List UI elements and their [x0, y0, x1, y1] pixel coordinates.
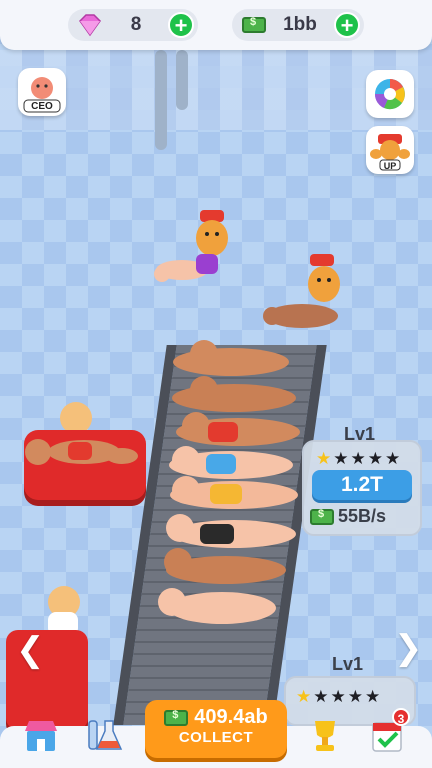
star-icon: ★: [365, 687, 381, 706]
shop-icon: [25, 721, 57, 751]
arrow-right-icon[interactable]: ❯: [394, 628, 423, 668]
star-icon: ★: [296, 687, 312, 706]
collect-button[interactable]: 409.4ab COLLECT: [145, 700, 287, 758]
worker-character: [154, 210, 228, 282]
conveyor-clients: [158, 340, 300, 624]
gem-counter: 8 +: [68, 9, 198, 41]
pool-rail: [155, 50, 167, 150]
star-icon: ★: [347, 687, 363, 706]
upgrade-label: UP: [383, 161, 397, 171]
ceo-label: CEO: [31, 101, 53, 112]
cash-icon: [164, 709, 189, 726]
gem-icon: [79, 14, 101, 37]
add-cash-button[interactable]: +: [334, 12, 360, 38]
client-on-table: [25, 439, 138, 465]
upgrade-button[interactable]: UP: [366, 126, 414, 174]
lab-button[interactable]: [82, 714, 124, 756]
gem-count: 8: [130, 14, 142, 35]
add-gems-button[interactable]: +: [168, 12, 194, 38]
star-icon: ★: [367, 449, 383, 468]
lab-icon: [88, 720, 123, 750]
station-level: Lv1: [332, 654, 364, 674]
star-icon: ★: [313, 687, 329, 706]
station-income: 55B/s: [310, 506, 386, 527]
star-icon: ★: [350, 449, 366, 468]
star-icon: ★: [316, 449, 332, 468]
star-icon: ★: [333, 449, 349, 468]
tasks-badge: 3: [392, 708, 410, 726]
trophy-icon: [315, 721, 335, 751]
arrow-left-icon[interactable]: ❮: [16, 630, 45, 670]
tasks-button[interactable]: 3: [366, 708, 410, 756]
star-icon: ★: [385, 449, 401, 468]
collect-amount: 409.4ab: [194, 706, 268, 728]
station-upgrade-price-button[interactable]: 1.2T: [312, 470, 412, 500]
customize-button[interactable]: [366, 70, 414, 118]
station-stars: ★ ★ ★ ★ ★: [316, 450, 400, 467]
shop-button[interactable]: [20, 714, 62, 756]
cash-icon: [242, 16, 266, 33]
station-stars: ★ ★ ★ ★ ★: [296, 688, 380, 705]
collect-label: COLLECT: [178, 729, 254, 746]
cash-count: 1bb: [283, 14, 317, 35]
station-level: Lv1: [344, 424, 376, 444]
cash-icon: [310, 508, 334, 525]
pool-rail: [176, 50, 188, 110]
station-income-value: 55B/s: [338, 506, 387, 526]
ceo-button[interactable]: CEO: [18, 68, 66, 116]
trophy-button[interactable]: [304, 714, 346, 756]
worker-character: [263, 254, 340, 328]
star-icon: ★: [330, 687, 346, 706]
color-wheel-icon: [374, 79, 405, 110]
cash-counter: 1bb +: [232, 9, 364, 41]
top-bar: 8 + 1bb +: [0, 0, 432, 50]
